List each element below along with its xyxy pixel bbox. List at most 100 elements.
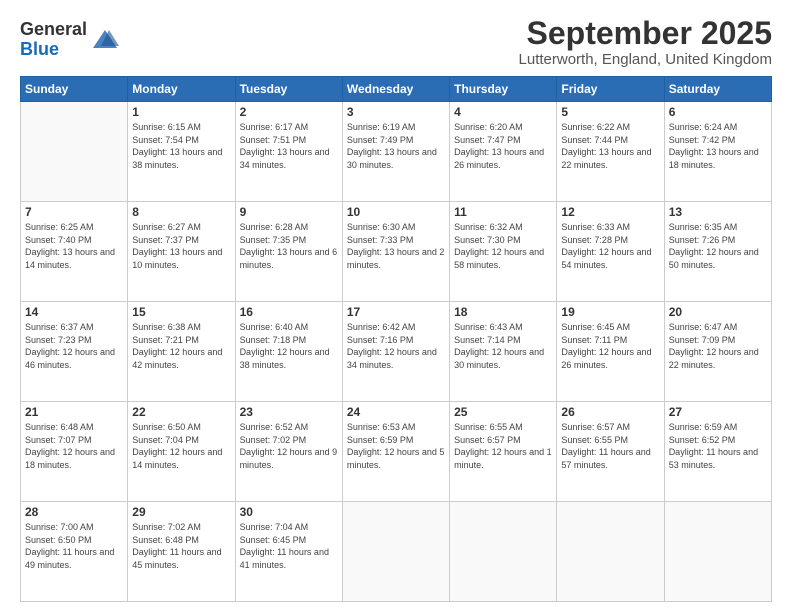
sunrise-text: Sunrise: 6:37 AM bbox=[25, 322, 94, 332]
daylight-text: Daylight: 12 hours and 1 minute. bbox=[454, 447, 552, 470]
cell-info: Sunrise: 6:22 AMSunset: 7:44 PMDaylight:… bbox=[561, 121, 659, 171]
cell-info: Sunrise: 6:40 AMSunset: 7:18 PMDaylight:… bbox=[240, 321, 338, 371]
daylight-text: Daylight: 11 hours and 45 minutes. bbox=[132, 547, 221, 570]
sunset-text: Sunset: 7:49 PM bbox=[347, 135, 414, 145]
col-sunday: Sunday bbox=[21, 77, 128, 102]
calendar-cell bbox=[450, 502, 557, 602]
sunset-text: Sunset: 7:23 PM bbox=[25, 335, 92, 345]
cell-info: Sunrise: 6:50 AMSunset: 7:04 PMDaylight:… bbox=[132, 421, 230, 471]
sunset-text: Sunset: 7:28 PM bbox=[561, 235, 628, 245]
sunset-text: Sunset: 6:57 PM bbox=[454, 435, 521, 445]
cell-info: Sunrise: 6:20 AMSunset: 7:47 PMDaylight:… bbox=[454, 121, 552, 171]
sunrise-text: Sunrise: 6:50 AM bbox=[132, 422, 201, 432]
cell-info: Sunrise: 6:28 AMSunset: 7:35 PMDaylight:… bbox=[240, 221, 338, 271]
daylight-text: Daylight: 11 hours and 41 minutes. bbox=[240, 547, 329, 570]
calendar-cell: 10Sunrise: 6:30 AMSunset: 7:33 PMDayligh… bbox=[342, 202, 449, 302]
cell-info: Sunrise: 6:32 AMSunset: 7:30 PMDaylight:… bbox=[454, 221, 552, 271]
cell-info: Sunrise: 6:25 AMSunset: 7:40 PMDaylight:… bbox=[25, 221, 123, 271]
sunrise-text: Sunrise: 6:28 AM bbox=[240, 222, 309, 232]
sunset-text: Sunset: 7:11 PM bbox=[561, 335, 627, 345]
daylight-text: Daylight: 12 hours and 34 minutes. bbox=[347, 347, 437, 370]
sunrise-text: Sunrise: 6:43 AM bbox=[454, 322, 523, 332]
col-tuesday: Tuesday bbox=[235, 77, 342, 102]
sunset-text: Sunset: 7:33 PM bbox=[347, 235, 414, 245]
day-number: 28 bbox=[25, 505, 123, 519]
cell-info: Sunrise: 6:27 AMSunset: 7:37 PMDaylight:… bbox=[132, 221, 230, 271]
calendar-cell: 24Sunrise: 6:53 AMSunset: 6:59 PMDayligh… bbox=[342, 402, 449, 502]
sunrise-text: Sunrise: 6:53 AM bbox=[347, 422, 416, 432]
daylight-text: Daylight: 12 hours and 54 minutes. bbox=[561, 247, 651, 270]
daylight-text: Daylight: 12 hours and 22 minutes. bbox=[669, 347, 759, 370]
sunrise-text: Sunrise: 6:52 AM bbox=[240, 422, 309, 432]
calendar-cell: 16 Sunrise: 6:40 AMSunset: 7:18 PMDayligh… bbox=[235, 302, 342, 402]
sunset-text: Sunset: 7:51 PM bbox=[240, 135, 307, 145]
sunset-text: Sunset: 6:50 PM bbox=[25, 535, 92, 545]
day-number: 2 bbox=[240, 105, 338, 119]
cell-info: Sunrise: 6:30 AMSunset: 7:33 PMDaylight:… bbox=[347, 221, 445, 271]
calendar-cell: 14Sunrise: 6:37 AMSunset: 7:23 PMDayligh… bbox=[21, 302, 128, 402]
calendar-cell: 3Sunrise: 6:19 AMSunset: 7:49 PMDaylight… bbox=[342, 102, 449, 202]
cell-info: Sunrise: 7:04 AMSunset: 6:45 PMDaylight:… bbox=[240, 521, 338, 571]
sunrise-text: Sunrise: 6:40 AM bbox=[240, 322, 309, 332]
sunrise-text: Sunrise: 6:59 AM bbox=[669, 422, 738, 432]
calendar-cell: 29Sunrise: 7:02 AMSunset: 6:48 PMDayligh… bbox=[128, 502, 235, 602]
sunrise-text: Sunrise: 6:19 AM bbox=[347, 122, 416, 132]
sunrise-text: Sunrise: 6:24 AM bbox=[669, 122, 738, 132]
sunrise-text: Sunrise: 6:47 AM bbox=[669, 322, 738, 332]
sunrise-text: Sunrise: 6:42 AM bbox=[347, 322, 416, 332]
location: Lutterworth, England, United Kingdom bbox=[519, 51, 772, 68]
sunrise-text: Sunrise: 7:04 AM bbox=[240, 522, 309, 532]
daylight-text: Daylight: 13 hours and 6 minutes. bbox=[240, 247, 338, 270]
daylight-text: Daylight: 13 hours and 2 minutes. bbox=[347, 247, 445, 270]
calendar-cell: 8Sunrise: 6:27 AMSunset: 7:37 PMDaylight… bbox=[128, 202, 235, 302]
calendar-cell: 2 Sunrise: 6:17 AMSunset: 7:51 PMDaylight… bbox=[235, 102, 342, 202]
calendar-cell bbox=[342, 502, 449, 602]
sunset-text: Sunset: 7:47 PM bbox=[454, 135, 521, 145]
daylight-text: Daylight: 13 hours and 34 minutes. bbox=[240, 147, 330, 170]
calendar-cell: 22Sunrise: 6:50 AMSunset: 7:04 PMDayligh… bbox=[128, 402, 235, 502]
sunrise-text: Sunrise: 7:02 AM bbox=[132, 522, 201, 532]
daylight-text: Daylight: 13 hours and 30 minutes. bbox=[347, 147, 437, 170]
day-number: 18 bbox=[454, 305, 552, 319]
day-number: 6 bbox=[669, 105, 767, 119]
day-number: 26 bbox=[561, 405, 659, 419]
daylight-text: Daylight: 12 hours and 5 minutes. bbox=[347, 447, 445, 470]
calendar-cell: 19Sunrise: 6:45 AMSunset: 7:11 PMDayligh… bbox=[557, 302, 664, 402]
calendar-cell: 9Sunrise: 6:28 AMSunset: 7:35 PMDaylight… bbox=[235, 202, 342, 302]
cell-info: Sunrise: 6:55 AM Sunset: 6:57 PM Daylight:… bbox=[454, 421, 552, 471]
day-number: 4 bbox=[454, 105, 552, 119]
calendar-cell: 12 Sunrise: 6:33 AM Sunset: 7:28 PM Dayligh… bbox=[557, 202, 664, 302]
sunset-text: Sunset: 7:21 PM bbox=[132, 335, 199, 345]
sunset-text: Sunset: 7:30 PM bbox=[454, 235, 521, 245]
day-number: 5 bbox=[561, 105, 659, 119]
calendar-cell: 26Sunrise: 6:57 AMSunset: 6:55 PMDayligh… bbox=[557, 402, 664, 502]
cell-info: Sunrise: 6:43 AMSunset: 7:14 PMDaylight:… bbox=[454, 321, 552, 371]
sunrise-text: Sunrise: 6:33 AM bbox=[561, 222, 630, 232]
daylight-text: Daylight: 12 hours and 58 minutes. bbox=[454, 247, 544, 270]
cell-info: Sunrise: 6:17 AMSunset: 7:51 PMDaylight:… bbox=[240, 121, 338, 171]
day-number: 12 bbox=[561, 205, 659, 219]
sunrise-text: Sunrise: 6:55 AM bbox=[454, 422, 523, 432]
calendar-cell: 18 Sunrise: 6:43 AMSunset: 7:14 PMDayligh… bbox=[450, 302, 557, 402]
sunrise-text: Sunrise: 6:20 AM bbox=[454, 122, 523, 132]
cell-info: Sunrise: 6:19 AM Sunset: 7:49 PM Daylight:… bbox=[347, 121, 445, 171]
daylight-text: Daylight: 13 hours and 18 minutes. bbox=[669, 147, 759, 170]
col-saturday: Saturday bbox=[664, 77, 771, 102]
calendar-week-3: 21Sunrise: 6:48 AMSunset: 7:07 PMDayligh… bbox=[21, 402, 772, 502]
sunset-text: Sunset: 7:02 PM bbox=[240, 435, 307, 445]
sunset-text: Sunset: 7:26 PM bbox=[669, 235, 736, 245]
calendar-cell bbox=[21, 102, 128, 202]
cell-info: Sunrise: 6:24 AMSunset: 7:42 PMDaylight:… bbox=[669, 121, 767, 171]
daylight-text: Daylight: 12 hours and 38 minutes. bbox=[240, 347, 330, 370]
daylight-text: Daylight: 11 hours and 53 minutes. bbox=[669, 447, 758, 470]
day-number: 17 bbox=[347, 305, 445, 319]
sunrise-text: Sunrise: 6:25 AM bbox=[25, 222, 94, 232]
day-number: 20 bbox=[669, 305, 767, 319]
daylight-text: Daylight: 11 hours and 49 minutes. bbox=[25, 547, 114, 570]
title-block: September 2025 Lutterworth, England, Uni… bbox=[519, 16, 772, 68]
day-number: 16 bbox=[240, 305, 338, 319]
sunrise-text: Sunrise: 7:00 AM bbox=[25, 522, 94, 532]
calendar-header-row: Sunday Monday Tuesday Wednesday Thursday… bbox=[21, 77, 772, 102]
day-number: 15 bbox=[132, 305, 230, 319]
sunset-text: Sunset: 7:40 PM bbox=[25, 235, 92, 245]
